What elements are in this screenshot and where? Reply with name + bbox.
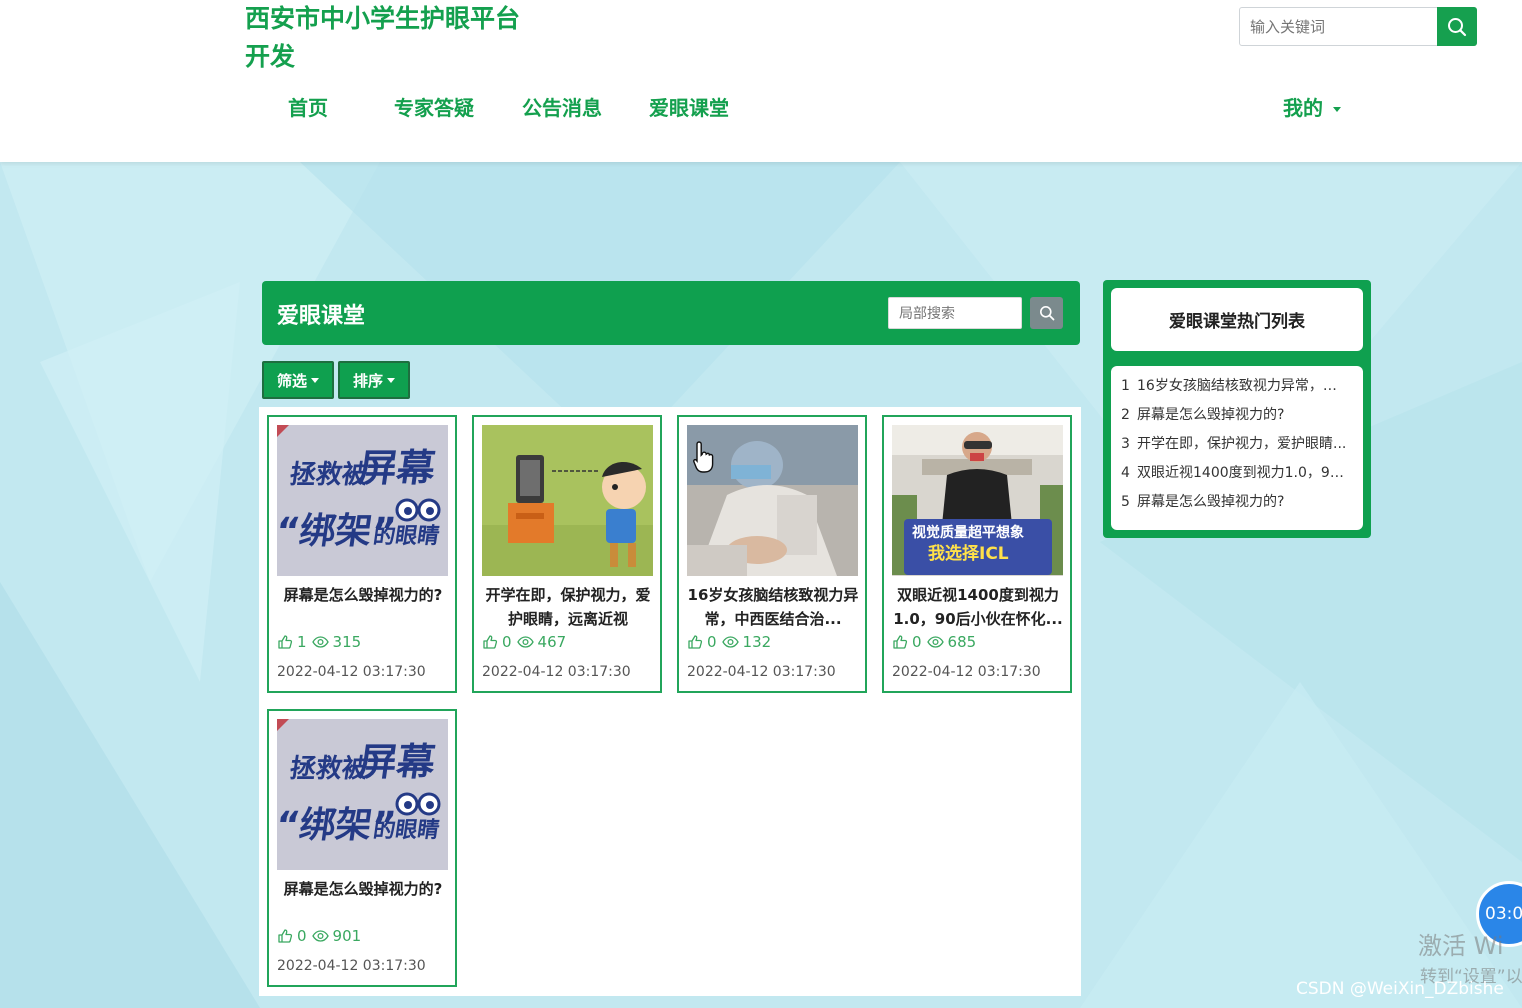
eye-icon [516, 636, 534, 648]
course-card[interactable]: 拯救被 屏幕 “绑架” 的眼睛 屏幕是怎么毁掉视力的? 0 901 2022-0… [267, 709, 457, 987]
search-icon [1039, 306, 1054, 321]
nav-announcements[interactable]: 公告消息 [522, 92, 602, 121]
section-header: 爱眼课堂 [262, 281, 1080, 345]
card-date: 2022-04-12 03:17:30 [482, 664, 631, 680]
card-views: 132 [742, 633, 772, 651]
poster-text-line2b: 的眼睛 [372, 817, 442, 843]
nav-mine-dropdown[interactable]: 我的 [1283, 92, 1341, 121]
like-icon [893, 635, 908, 649]
card-date: 2022-04-12 03:17:30 [892, 664, 1041, 680]
nav-mine-label: 我的 [1283, 96, 1323, 120]
csdn-watermark: CSDN @WeiXin_DZbishe [1296, 979, 1504, 999]
local-search-input[interactable] [899, 304, 1014, 324]
course-card[interactable]: 开学在即，保护视力，爱护眼睛，远离近视 0 467 2022-04-12 03:… [472, 415, 662, 693]
hot-list-panel: 爱眼课堂热门列表 1 16岁女孩脑结核致视力异常，中... 2 屏幕是怎么毁掉视力的… [1103, 280, 1371, 538]
poster-text-line2b: 的眼睛 [372, 523, 442, 549]
like-icon [483, 635, 498, 649]
card-stats: 1 315 [277, 633, 361, 651]
filter-label: 筛选 [276, 371, 307, 390]
card-date: 2022-04-12 03:17:30 [277, 664, 426, 680]
card-date: 2022-04-12 03:17:30 [687, 664, 836, 680]
card-title: 屏幕是怎么毁掉视力的? [283, 586, 443, 604]
local-search [888, 297, 1022, 329]
local-search-button[interactable] [1030, 297, 1063, 329]
card-image-icl-photo: 视觉质量超平想象 我选择ICL [892, 425, 1063, 576]
hot-list-item[interactable]: 4 双眼近视1400度到视力1.0，90... [1111, 459, 1363, 488]
like-icon [688, 635, 703, 649]
card-date: 2022-04-12 03:17:30 [277, 958, 426, 974]
card-title: 16岁女孩脑结核致视力异常，中西医结合治... [687, 586, 859, 628]
card-stats: 0 132 [687, 633, 771, 651]
top-header: 西安市中小学生护眼平台 开发 首页 专家答疑 公告消息 爱眼课堂 我的 [0, 0, 1522, 162]
like-icon [278, 635, 293, 649]
card-views: 901 [332, 927, 362, 945]
site-title-line1: 西安市中小学生护眼平台 [245, 4, 521, 33]
nav-home[interactable]: 首页 [288, 92, 328, 121]
card-views: 315 [332, 633, 362, 651]
hot-list-item[interactable]: 2 屏幕是怎么毁掉视力的? [1111, 401, 1363, 430]
course-card[interactable]: 拯救被 屏幕 “绑架” 的眼睛 屏幕是怎么毁掉视力的? 1 315 2022-0… [267, 415, 457, 693]
card-title: 双眼近视1400度到视力1.0，90后小伙在怀化... [893, 586, 1063, 628]
global-search-input[interactable] [1250, 16, 1430, 38]
hot-list: 1 16岁女孩脑结核致视力异常，中... 2 屏幕是怎么毁掉视力的? 3 开学在即，保… [1111, 366, 1363, 530]
eye-icon [721, 636, 739, 648]
card-likes: 0 [502, 633, 512, 651]
hot-item-text: 屏幕是怎么毁掉视力的? [1137, 407, 1285, 423]
card-grid: 拯救被 屏幕 “绑架” 的眼睛 屏幕是怎么毁掉视力的? 1 315 2022-0… [259, 407, 1081, 996]
hot-list-item[interactable]: 5 屏幕是怎么毁掉视力的? [1111, 488, 1363, 517]
card-image-screen-poster: 拯救被 屏幕 “绑架” 的眼睛 [277, 425, 448, 576]
filter-dropdown-button[interactable]: 筛选 [262, 361, 334, 399]
caret-down-icon [387, 377, 395, 383]
section-title: 爱眼课堂 [277, 304, 366, 329]
caret-down-icon [1333, 107, 1341, 112]
card-likes: 1 [297, 633, 307, 651]
card-views: 685 [947, 633, 977, 651]
like-icon [278, 929, 293, 943]
card-stats: 0 685 [892, 633, 976, 651]
timer-text: 03:0 [1485, 904, 1522, 924]
global-search [1239, 7, 1477, 46]
card-likes: 0 [707, 633, 717, 651]
icl-photo-text-line1: 视觉质量超平想象 [912, 524, 1024, 541]
hot-list-item[interactable]: 1 16岁女孩脑结核致视力异常，中... [1111, 372, 1363, 401]
activation-watermark: 激活 Wi [1418, 932, 1504, 960]
nav-expert-qa[interactable]: 专家答疑 [394, 92, 474, 121]
card-title: 开学在即，保护视力，爱护眼睛，远离近视 [485, 586, 651, 628]
global-search-button[interactable] [1437, 7, 1477, 46]
site-title-line2: 开发 [245, 42, 296, 71]
card-title: 屏幕是怎么毁掉视力的? [283, 880, 443, 898]
course-card[interactable]: 视觉质量超平想象 我选择ICL 双眼近视1400度到视力1.0，90后小伙在怀化… [882, 415, 1072, 693]
eye-icon [926, 636, 944, 648]
poster-text-line1b: 屏幕 [356, 447, 439, 491]
sort-dropdown-button[interactable]: 排序 [338, 361, 410, 399]
nav-eye-class[interactable]: 爱眼课堂 [649, 92, 729, 121]
card-likes: 0 [297, 927, 307, 945]
caret-down-icon [311, 377, 319, 383]
eye-icon [311, 636, 329, 648]
hot-item-text: 16岁女孩脑结核致视力异常，中... [1137, 378, 1347, 394]
hand-cursor-icon [693, 441, 714, 473]
hot-list-title: 爱眼课堂热门列表 [1111, 288, 1363, 351]
card-image-screen-poster: 拯救被 屏幕 “绑架” 的眼睛 [277, 719, 448, 870]
hot-list-item[interactable]: 3 开学在即，保护视力，爱护眼睛... [1111, 430, 1363, 459]
hot-item-text: 双眼近视1400度到视力1.0，90... [1137, 465, 1347, 481]
card-likes: 0 [912, 633, 922, 651]
hot-item-text: 屏幕是怎么毁掉视力的? [1137, 494, 1285, 510]
card-image-tv-cartoon [482, 425, 653, 576]
poster-text-line1b: 屏幕 [356, 741, 439, 785]
search-icon [1448, 17, 1467, 36]
sort-label: 排序 [352, 371, 383, 390]
site-title[interactable]: 西安市中小学生护眼平台 开发 [245, 0, 545, 76]
hot-item-text: 开学在即，保护视力，爱护眼睛... [1137, 436, 1347, 452]
icl-photo-text-line2: 我选择ICL [928, 543, 1009, 564]
card-stats: 0 467 [482, 633, 566, 651]
card-views: 467 [537, 633, 567, 651]
eye-icon [311, 930, 329, 942]
card-stats: 0 901 [277, 927, 361, 945]
